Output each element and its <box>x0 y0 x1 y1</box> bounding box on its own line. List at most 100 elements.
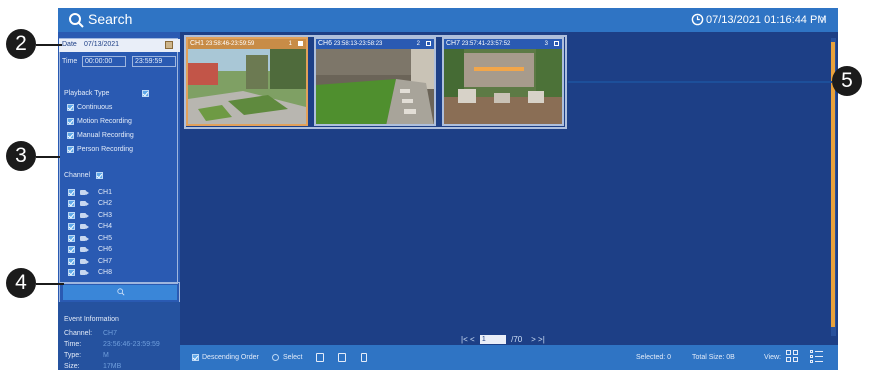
camera-icon <box>80 270 89 275</box>
thumbnail-channel: CH1 <box>190 40 205 47</box>
channel-checkbox[interactable] <box>68 235 75 242</box>
previous-page-button[interactable]: < <box>470 335 475 344</box>
channel-label: Channel <box>64 172 91 179</box>
search-icon <box>69 13 84 28</box>
camera-icon <box>80 213 89 218</box>
thumbnail-select-checkbox[interactable] <box>554 41 559 46</box>
first-page-button[interactable]: |< <box>461 335 468 344</box>
person-recording-checkbox[interactable] <box>67 146 74 153</box>
camera-icon <box>80 201 89 206</box>
channel-checkbox[interactable] <box>68 200 75 207</box>
thumbnail-index: 3 <box>544 41 548 47</box>
callout-leader <box>36 44 62 46</box>
thumbnail-header: CH6 23:58:13-23:58:23 2 <box>316 39 434 49</box>
time-label: Time <box>62 58 78 65</box>
thumbnail-image <box>188 49 306 124</box>
results-area: CH1 23:58:46-23:59:59 1 CH6 23:58:13-23:… <box>180 32 838 345</box>
channel-item-label: CH8 <box>98 269 113 276</box>
thumbnail-channel: CH6 <box>318 40 333 47</box>
title-bar: Search 07/13/2021 01:16:44 PM × <box>58 8 838 32</box>
list-view-icon[interactable] <box>810 350 823 363</box>
event-information-panel: Event Information Channel: CH7 Time: 23:… <box>58 302 180 370</box>
total-pages: /70 <box>511 335 523 344</box>
callout-5: 5 <box>832 66 862 96</box>
event-info-title: Event Information <box>64 316 119 323</box>
next-page-button[interactable]: > <box>531 335 536 344</box>
manual-recording-checkbox[interactable] <box>67 132 74 139</box>
total-size: Total Size: 0B <box>692 354 735 361</box>
search-window: Search 07/13/2021 01:16:44 PM × Date 07/… <box>58 8 838 370</box>
calendar-icon[interactable] <box>165 41 173 49</box>
callout-leader <box>568 81 832 83</box>
continuous-label: Continuous <box>77 104 113 111</box>
event-size-label: Size: <box>64 363 80 370</box>
thumbnail-time: 23:57:41-23:57:52 <box>461 41 511 47</box>
pagination: |< < 1 /70 > >| <box>461 335 545 345</box>
event-time-value: 23:56:46-23:59:59 <box>103 341 160 348</box>
thumbnail-select-checkbox[interactable] <box>426 41 431 46</box>
camera-icon <box>80 224 89 229</box>
thumbnail-index: 1 <box>288 41 292 47</box>
thumbnail-time: 23:58:13-23:58:23 <box>333 41 383 47</box>
event-channel-value: CH7 <box>103 330 118 337</box>
result-thumbnail[interactable]: CH1 23:58:46-23:59:59 1 <box>186 37 308 126</box>
result-thumbnail[interactable]: CH7 23:57:41-23:57:52 3 <box>442 37 564 126</box>
event-type-label: Type: <box>64 352 82 359</box>
close-icon[interactable]: × <box>820 12 827 26</box>
selected-count: Selected: 0 <box>636 354 672 361</box>
playback-type-label: Playback Type <box>64 90 110 97</box>
time-start-input[interactable]: 00:00:00 <box>82 56 126 67</box>
descending-order-checkbox[interactable] <box>192 354 199 361</box>
result-thumbnail[interactable]: CH6 23:58:13-23:58:23 2 <box>314 37 436 126</box>
bottom-toolbar: Descending Order Select Selected: 0 Tota… <box>180 345 838 370</box>
view-label: View: <box>764 354 781 361</box>
channel-item-label: CH5 <box>98 235 113 242</box>
trash-icon[interactable] <box>361 353 367 362</box>
search-button[interactable] <box>63 285 177 300</box>
continuous-checkbox[interactable] <box>67 104 74 111</box>
event-time-label: Time: <box>64 341 82 348</box>
page-number-input[interactable]: 1 <box>479 335 506 345</box>
search-icon <box>117 288 125 296</box>
playback-type-all-checkbox[interactable] <box>142 90 149 97</box>
callout-leader <box>36 156 60 158</box>
channel-checkbox[interactable] <box>68 246 75 253</box>
motion-recording-checkbox[interactable] <box>67 118 74 125</box>
filter-group-outline <box>59 38 178 284</box>
select-radio[interactable] <box>272 354 279 361</box>
channel-checkbox[interactable] <box>68 269 75 276</box>
event-channel-label: Channel: <box>64 330 93 337</box>
play-icon[interactable] <box>338 353 346 362</box>
thumbnail-index: 2 <box>416 41 420 47</box>
channel-item-label: CH4 <box>98 223 113 230</box>
thumbnail-channel: CH7 <box>446 40 461 47</box>
thumbnail-header: CH7 23:57:41-23:57:52 3 <box>444 39 562 49</box>
date-label: Date <box>62 41 77 48</box>
grid-view-icon[interactable] <box>786 350 799 363</box>
time-end-input[interactable]: 23:59:59 <box>132 56 176 67</box>
channel-all-checkbox[interactable] <box>96 172 103 179</box>
clock-icon <box>691 13 704 26</box>
camera-icon <box>80 190 89 195</box>
channel-item-label: CH6 <box>98 246 113 253</box>
descending-order-label: Descending Order <box>202 354 259 361</box>
thumbnail-header: CH1 23:58:46-23:59:59 1 <box>188 39 306 49</box>
channel-checkbox[interactable] <box>68 223 75 230</box>
thumbnail-time: 23:58:46-23:59:59 <box>205 41 255 47</box>
export-icon[interactable] <box>316 353 324 362</box>
thumbnail-select-checkbox[interactable] <box>298 41 303 46</box>
channel-item-label: CH2 <box>98 200 113 207</box>
channel-checkbox[interactable] <box>68 189 75 196</box>
camera-icon <box>80 247 89 252</box>
camera-icon <box>80 259 89 264</box>
channel-checkbox[interactable] <box>68 212 75 219</box>
select-label: Select <box>283 354 303 361</box>
event-type-value: M <box>103 352 109 359</box>
last-page-button[interactable]: >| <box>538 335 545 344</box>
window-title: Search <box>88 11 133 27</box>
motion-recording-label: Motion Recording <box>77 118 132 125</box>
callout-leader <box>36 283 64 285</box>
person-recording-label: Person Recording <box>77 146 134 153</box>
date-field[interactable]: Date 07/13/2021 <box>59 39 180 52</box>
channel-checkbox[interactable] <box>68 258 75 265</box>
